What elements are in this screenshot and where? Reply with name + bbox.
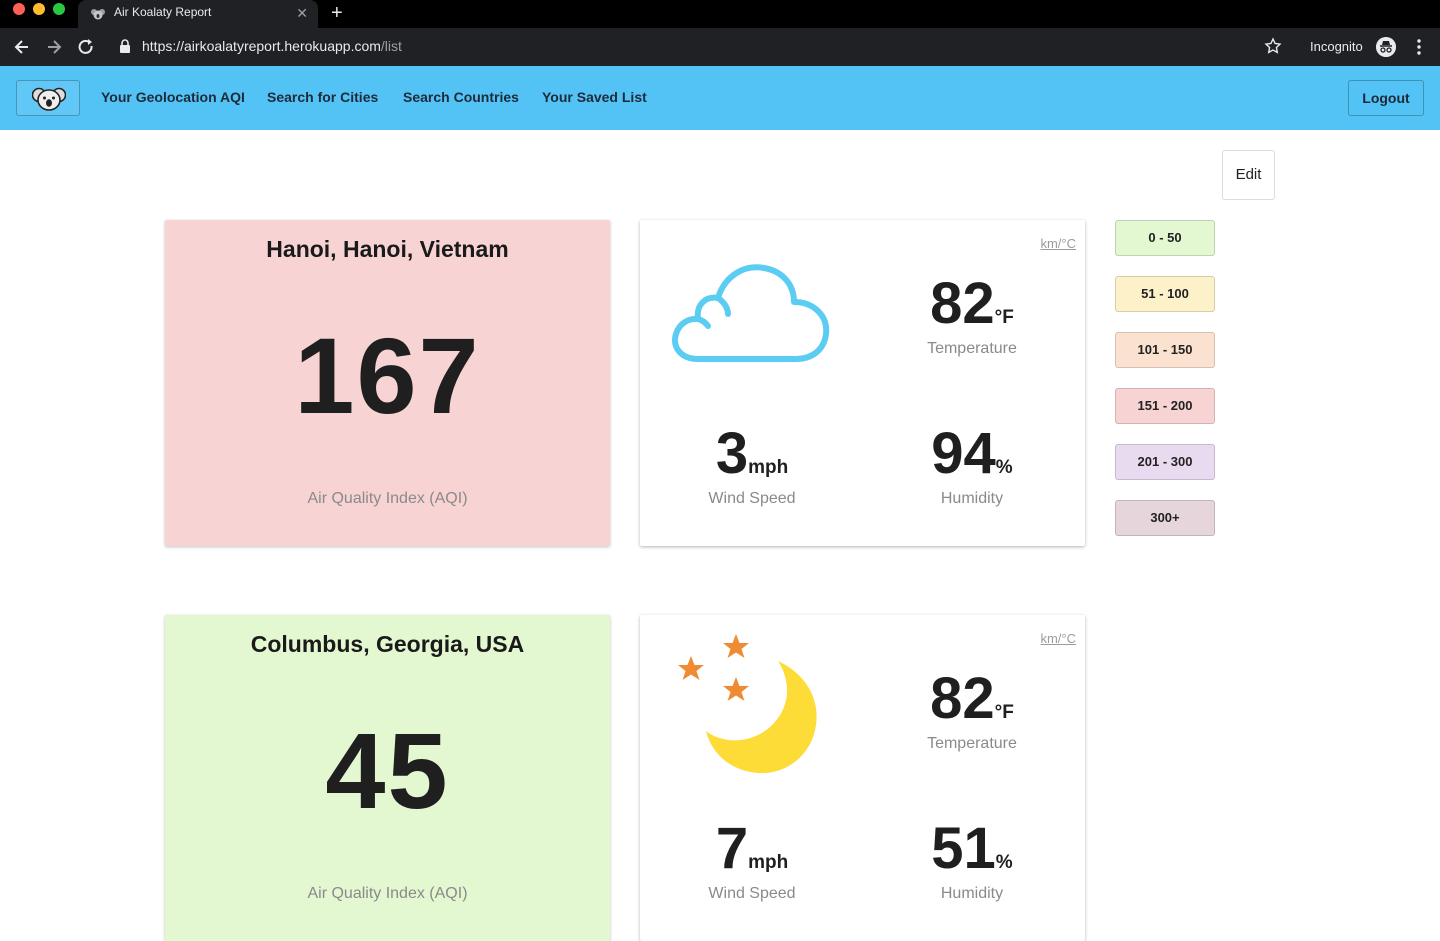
- temperature-value: 82: [930, 666, 995, 731]
- temperature-metric: 82°F Temperature: [862, 272, 1082, 358]
- aqi-label: Air Quality Index (AQI): [307, 885, 468, 902]
- nav-search-cities[interactable]: Search for Cities: [267, 89, 378, 105]
- aqi-legend-hazardous: 300+: [1115, 500, 1215, 536]
- temperature-unit: °F: [994, 702, 1014, 723]
- aqi-value: 167: [294, 315, 481, 436]
- moon-stars-icon: [678, 634, 817, 774]
- humidity-unit: %: [995, 457, 1013, 478]
- temperature-value: 82: [930, 271, 995, 336]
- humidity-unit: %: [995, 852, 1013, 873]
- incognito-icon[interactable]: [1376, 37, 1396, 57]
- aqi-legend-moderate: 51 - 100: [1115, 276, 1215, 312]
- cloud-icon: [672, 264, 830, 362]
- weather-card: km/°C 82°F Temperature 7mph Wind Speed 5…: [640, 615, 1085, 941]
- temperature-label: Temperature: [927, 735, 1017, 752]
- window-minimize-control[interactable]: [33, 3, 45, 15]
- wind-unit: mph: [748, 852, 789, 873]
- aqi-legend-unhealthy: 151 - 200: [1115, 388, 1215, 424]
- back-arrow-icon[interactable]: [12, 37, 32, 57]
- browser-tab-strip: Air Koalaty Report ✕ +: [0, 0, 1440, 28]
- humidity-label: Humidity: [940, 490, 1004, 507]
- weather-card: km/°C 82°F Temperature 3mph Wind Speed 9…: [640, 220, 1085, 546]
- unit-toggle-link[interactable]: km/°C: [1040, 631, 1076, 646]
- wind-label: Wind Speed: [708, 490, 796, 507]
- koala-favicon-icon: [91, 9, 105, 20]
- aqi-legend-sensitive: 101 - 150: [1115, 332, 1215, 368]
- forward-arrow-icon[interactable]: [44, 37, 64, 57]
- humidity-label: Humidity: [940, 885, 1004, 902]
- incognito-label: Incognito: [1310, 39, 1363, 54]
- unit-toggle-link[interactable]: km/°C: [1040, 236, 1076, 251]
- tab-title: Air Koalaty Report: [114, 5, 212, 19]
- aqi-card: Hanoi, Hanoi, Vietnam 167 Air Quality In…: [165, 220, 610, 546]
- koala-logo-icon: [32, 87, 66, 111]
- logout-button[interactable]: Logout: [1348, 80, 1424, 116]
- wind-value: 7: [715, 816, 749, 881]
- city-name: Columbus, Georgia, USA: [250, 631, 525, 657]
- aqi-legend-good: 0 - 50: [1115, 220, 1215, 256]
- reload-icon[interactable]: [76, 37, 96, 57]
- wind-label: Wind Speed: [708, 885, 796, 902]
- wind-unit: mph: [748, 457, 789, 478]
- aqi-label: Air Quality Index (AQI): [307, 490, 468, 507]
- nav-search-countries[interactable]: Search Countries: [403, 89, 519, 105]
- more-menu-icon[interactable]: [1410, 37, 1428, 57]
- wind-metric: 3mph Wind Speed: [642, 422, 862, 508]
- browser-tab[interactable]: Air Koalaty Report ✕: [78, 0, 318, 28]
- browser-toolbar: https://airkoalatyreport.herokuapp.com/l…: [0, 28, 1440, 66]
- edit-button[interactable]: Edit: [1222, 150, 1275, 200]
- tab-close-icon[interactable]: ✕: [296, 3, 308, 23]
- new-tab-button[interactable]: +: [331, 1, 343, 25]
- bookmark-star-icon[interactable]: [1264, 37, 1282, 55]
- aqi-legend-very-unhealthy: 201 - 300: [1115, 444, 1215, 480]
- nav-geolocation-aqi[interactable]: Your Geolocation AQI: [101, 89, 245, 105]
- lock-icon[interactable]: [118, 38, 132, 54]
- temperature-unit: °F: [994, 307, 1014, 328]
- url-host: https://airkoalatyreport.herokuapp.com: [142, 38, 381, 54]
- humidity-value: 94: [931, 421, 996, 486]
- aqi-value: 45: [325, 710, 450, 831]
- wind-value: 3: [715, 421, 749, 486]
- humidity-value: 51: [931, 816, 996, 881]
- temperature-metric: 82°F Temperature: [862, 667, 1082, 753]
- aqi-card: Columbus, Georgia, USA 45 Air Quality In…: [165, 615, 610, 941]
- temperature-label: Temperature: [927, 340, 1017, 357]
- wind-metric: 7mph Wind Speed: [642, 817, 862, 903]
- city-name: Hanoi, Hanoi, Vietnam: [266, 236, 509, 262]
- app-navbar: Your Geolocation AQI Search for Cities S…: [0, 66, 1440, 130]
- humidity-metric: 51% Humidity: [862, 817, 1082, 903]
- home-logo-button[interactable]: [16, 80, 80, 116]
- nav-saved-list[interactable]: Your Saved List: [542, 89, 647, 105]
- address-bar-url[interactable]: https://airkoalatyreport.herokuapp.com/l…: [142, 38, 402, 54]
- window-zoom-control[interactable]: [53, 3, 65, 15]
- window-close-control[interactable]: [13, 3, 25, 15]
- url-path: /list: [380, 38, 402, 54]
- humidity-metric: 94% Humidity: [862, 422, 1082, 508]
